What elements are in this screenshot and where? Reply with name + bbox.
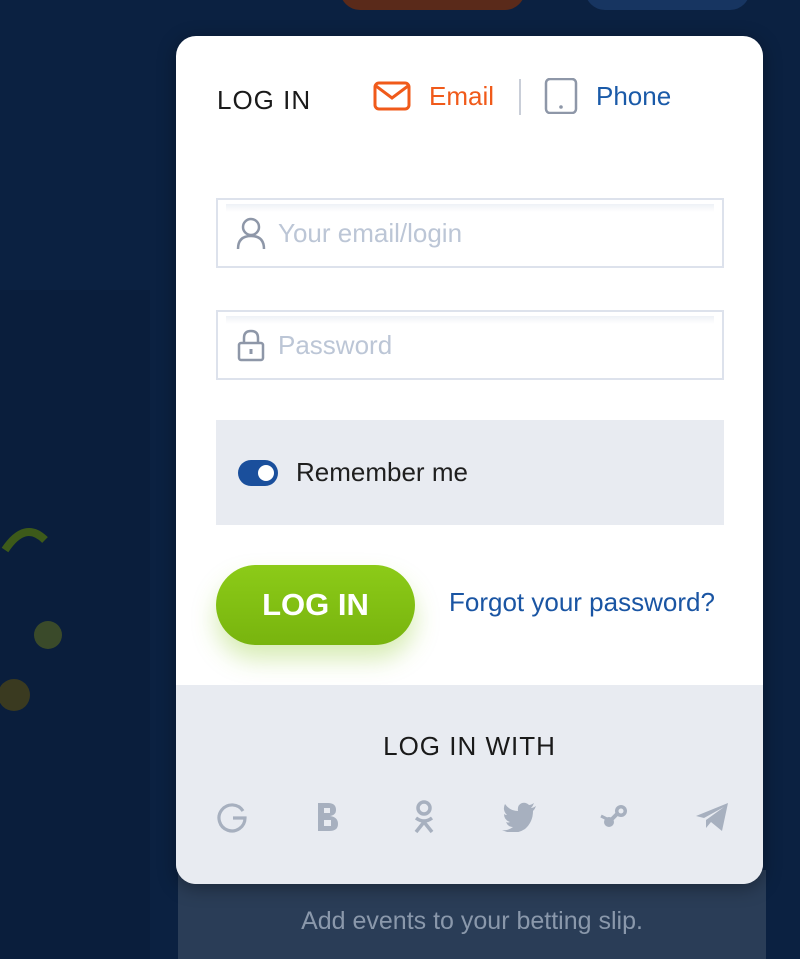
background-decoration (0, 528, 62, 711)
tab-divider (519, 79, 521, 115)
telegram-icon[interactable] (692, 797, 732, 837)
password-input[interactable] (276, 328, 700, 362)
social-icons-row (212, 797, 732, 837)
social-login-section: LOG IN WITH (176, 685, 763, 884)
tab-email[interactable]: Email (373, 76, 494, 116)
b-icon[interactable] (308, 797, 348, 837)
background-button-login (585, 0, 750, 10)
email-field (216, 198, 724, 268)
phone-icon (544, 78, 578, 114)
login-modal: LOG IN Email Phone Your email/login Reme… (176, 36, 763, 884)
email-input[interactable] (276, 216, 700, 250)
password-field (216, 310, 724, 380)
social-login-title: LOG IN WITH (383, 731, 556, 761)
tab-phone[interactable]: Phone (544, 76, 671, 116)
background-button-register (340, 0, 525, 10)
google-icon[interactable] (212, 797, 252, 837)
steam-icon[interactable] (596, 797, 636, 837)
toggle-knob (258, 464, 274, 481)
tab-email-label: Email (429, 80, 495, 111)
login-button[interactable]: LOG IN (216, 565, 415, 645)
forgot-password-link[interactable]: Forgot your password? (449, 587, 715, 618)
envelope-icon (373, 81, 411, 111)
lock-icon (234, 328, 268, 362)
user-icon (234, 216, 268, 250)
remember-me-row: Remember me (216, 420, 724, 525)
modal-title: LOG IN (217, 85, 312, 115)
odnoklassniki-icon[interactable] (404, 797, 444, 837)
tab-phone-label: Phone (596, 80, 672, 111)
twitter-icon[interactable] (500, 797, 540, 837)
remember-me-label: Remember me (296, 457, 468, 487)
remember-me-toggle[interactable] (238, 459, 278, 486)
